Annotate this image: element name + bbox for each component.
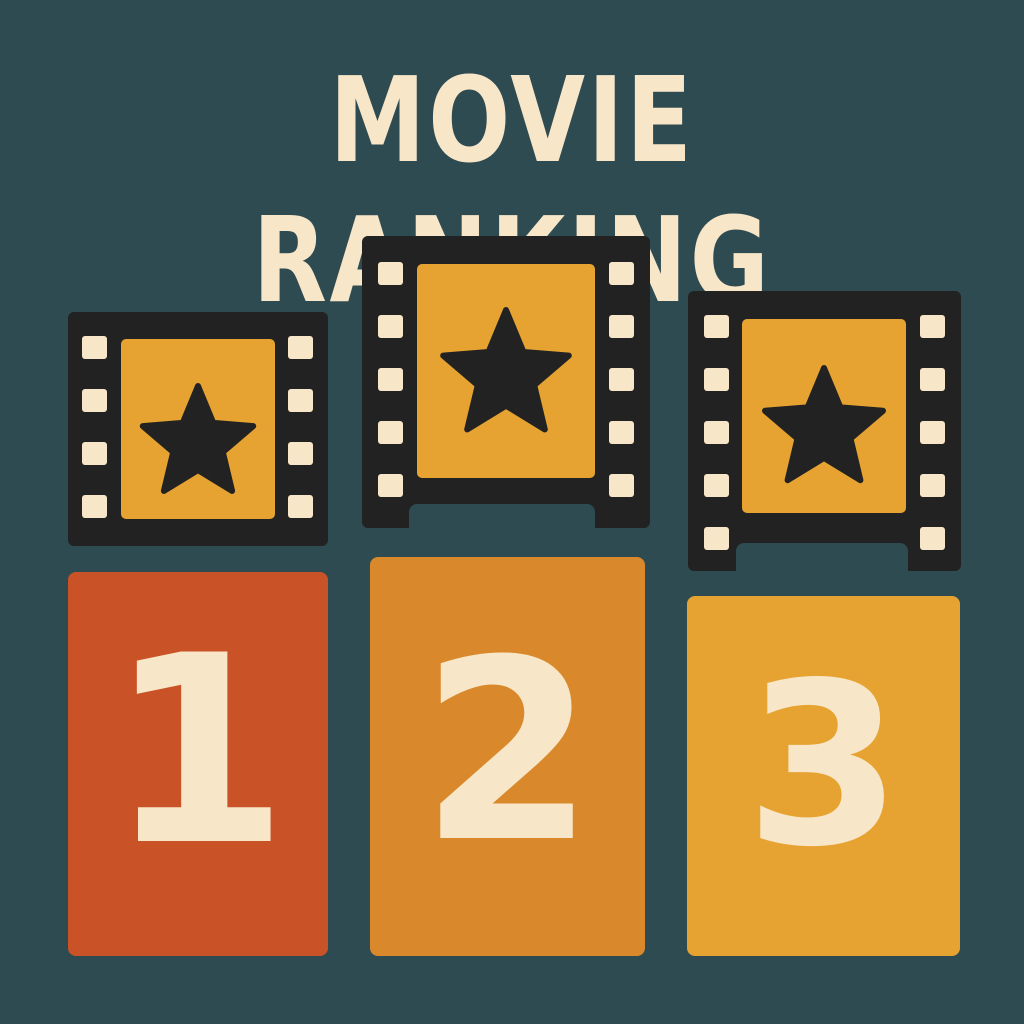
star-icon [139,383,257,494]
rank-number: 1 [107,601,289,903]
star-shape [139,383,257,494]
rank-block-2: 2 [370,557,645,956]
film-strip-icon [68,312,328,546]
film-strip-icon [362,236,650,534]
star-shape [762,365,886,484]
star-shape [440,307,572,433]
rank-block-3: 3 [687,596,960,956]
rank-number: 2 [420,606,595,897]
star-icon [762,365,886,484]
rank-number: 3 [745,635,902,897]
star-icon [440,307,572,433]
rank-block-1: 1 [68,572,328,956]
film-strip-icon [688,291,961,577]
